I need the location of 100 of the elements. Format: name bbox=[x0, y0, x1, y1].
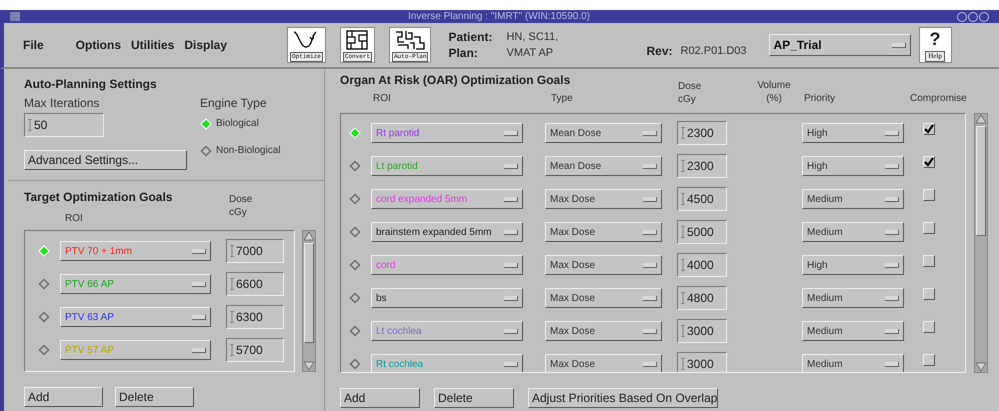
type-dropdown[interactable]: Max Dose bbox=[545, 189, 662, 209]
menu-indicator-icon bbox=[885, 296, 899, 300]
roi-dropdown[interactable]: PTV 63 AP bbox=[60, 307, 211, 327]
priority-dropdown[interactable]: High bbox=[802, 123, 904, 143]
radio-button[interactable] bbox=[38, 311, 50, 323]
priority-dropdown[interactable]: High bbox=[802, 156, 904, 176]
menu-indicator-icon bbox=[643, 196, 657, 202]
priority-dropdown[interactable]: Medium bbox=[802, 321, 904, 341]
section-title: Organ At Risk (OAR) Optimization Goals bbox=[340, 72, 572, 89]
dose-field[interactable]: 6600 bbox=[226, 272, 284, 296]
radio-button[interactable] bbox=[349, 193, 361, 205]
menu-indicator-icon bbox=[504, 262, 518, 268]
trial-dropdown[interactable]: AP_Trial bbox=[768, 34, 911, 56]
column-header: ROI bbox=[373, 92, 392, 106]
window-title: Inverse Planning : "IMRT" (WIN:10590.0) bbox=[408, 12, 590, 22]
menu-indicator-icon bbox=[885, 164, 899, 168]
adjust-priorities-button[interactable]: Adjust Priorities Based On Overlap bbox=[528, 388, 718, 408]
type-dropdown[interactable]: Mean Dose bbox=[545, 156, 662, 176]
delete-button[interactable]: Delete bbox=[434, 388, 514, 408]
patient-value: HN, SC11, bbox=[506, 30, 560, 45]
minimize-icon[interactable] bbox=[957, 12, 967, 22]
checkbox[interactable] bbox=[923, 156, 935, 168]
type-dropdown[interactable]: Max Dose bbox=[545, 222, 662, 242]
priority-dropdown[interactable]: Medium bbox=[802, 222, 904, 242]
text-cursor-icon bbox=[230, 311, 234, 323]
roi-dropdown[interactable]: brainstem expanded 5mm bbox=[371, 222, 523, 242]
dose-field[interactable]: 6300 bbox=[226, 305, 284, 329]
priority-dropdown[interactable]: Medium bbox=[802, 354, 904, 372]
priority-dropdown[interactable]: Medium bbox=[802, 288, 904, 308]
delete-button[interactable]: Delete bbox=[115, 387, 194, 407]
menu-indicator-icon bbox=[892, 42, 906, 48]
section-title: Auto-Planning Settings bbox=[24, 77, 158, 91]
menu-indicator-icon bbox=[643, 164, 657, 168]
type-dropdown[interactable]: Max Dose bbox=[545, 354, 662, 372]
scrollbar[interactable] bbox=[302, 230, 316, 372]
menu-indicator-icon bbox=[504, 230, 518, 234]
menu-indicator-icon bbox=[504, 296, 518, 300]
dose-field[interactable]: 2300 bbox=[677, 154, 727, 178]
scrollbar[interactable] bbox=[974, 113, 988, 373]
menu-indicator-icon bbox=[643, 230, 657, 234]
radio-button[interactable] bbox=[349, 292, 361, 304]
dose-field[interactable]: 4800 bbox=[677, 286, 727, 310]
menu-item[interactable]: File bbox=[23, 36, 44, 54]
column-header: cGy bbox=[678, 93, 697, 106]
maximize-icon[interactable] bbox=[968, 12, 978, 22]
dose-field[interactable]: 3000 bbox=[677, 319, 727, 343]
menu-indicator-icon bbox=[885, 362, 899, 366]
menu-indicator-icon bbox=[885, 328, 899, 334]
menu-item[interactable]: Options bbox=[76, 36, 121, 54]
plan-value: VMAT AP bbox=[506, 46, 554, 61]
type-dropdown[interactable]: Max Dose bbox=[545, 255, 662, 275]
menu-indicator-icon bbox=[643, 130, 657, 136]
scroll-down-icon[interactable] bbox=[303, 361, 315, 371]
priority-dropdown[interactable]: Medium bbox=[802, 189, 904, 209]
column-header: Dose bbox=[678, 80, 702, 93]
type-dropdown[interactable]: Max Dose bbox=[545, 288, 662, 308]
type-dropdown[interactable]: Mean Dose bbox=[545, 123, 662, 143]
radio-button[interactable] bbox=[349, 226, 361, 238]
menu-indicator-icon bbox=[192, 348, 206, 352]
scroll-down-icon[interactable] bbox=[975, 362, 987, 372]
close-icon[interactable] bbox=[979, 12, 989, 22]
dose-field[interactable]: 7000 bbox=[226, 239, 284, 263]
dose-field[interactable]: 3000 bbox=[677, 352, 727, 372]
radio-button[interactable] bbox=[349, 325, 361, 337]
field-label: Patient: bbox=[448, 29, 492, 45]
dose-field[interactable]: 4500 bbox=[677, 187, 727, 211]
text-cursor-icon bbox=[230, 278, 234, 290]
menu-indicator-icon bbox=[192, 248, 206, 254]
menu-item[interactable]: Display bbox=[184, 36, 228, 54]
type-dropdown[interactable]: Max Dose bbox=[545, 321, 662, 341]
advanced-settings-button[interactable]: Advanced Settings... bbox=[24, 150, 187, 170]
radio-label[interactable]: Biological bbox=[216, 116, 259, 131]
menu-indicator-icon bbox=[885, 262, 899, 268]
field-label: Engine Type bbox=[200, 95, 268, 112]
priority-dropdown[interactable]: High bbox=[802, 255, 904, 275]
field-label: Max Iterations bbox=[24, 95, 100, 112]
iterations-field[interactable]: 50 bbox=[24, 113, 104, 137]
radio-button[interactable] bbox=[349, 358, 361, 370]
radio-button[interactable] bbox=[349, 259, 361, 271]
text-cursor-icon bbox=[681, 226, 685, 238]
scroll-up-icon[interactable] bbox=[975, 114, 987, 124]
radio-button[interactable] bbox=[349, 160, 361, 172]
radio-button[interactable] bbox=[38, 344, 50, 356]
dose-field[interactable]: 2300 bbox=[677, 121, 727, 145]
roi-dropdown[interactable]: bs bbox=[371, 288, 523, 308]
add-button[interactable]: Add bbox=[24, 387, 103, 407]
add-button[interactable]: Add bbox=[340, 388, 420, 408]
radio-button[interactable] bbox=[38, 278, 50, 290]
menu-item[interactable]: Utilities bbox=[131, 36, 174, 54]
column-header: (%) bbox=[766, 92, 782, 105]
radio-label[interactable]: Non-Biological bbox=[216, 143, 280, 158]
text-cursor-icon bbox=[681, 358, 685, 370]
dose-field[interactable]: 5000 bbox=[677, 220, 727, 244]
menu-indicator-icon bbox=[885, 130, 899, 136]
radio-button[interactable] bbox=[200, 144, 212, 156]
scroll-up-icon[interactable] bbox=[303, 231, 315, 241]
checkbox[interactable] bbox=[923, 123, 935, 135]
dose-field[interactable]: 5700 bbox=[226, 338, 284, 362]
dose-field[interactable]: 4000 bbox=[677, 253, 727, 277]
column-header: Volume bbox=[757, 79, 791, 92]
